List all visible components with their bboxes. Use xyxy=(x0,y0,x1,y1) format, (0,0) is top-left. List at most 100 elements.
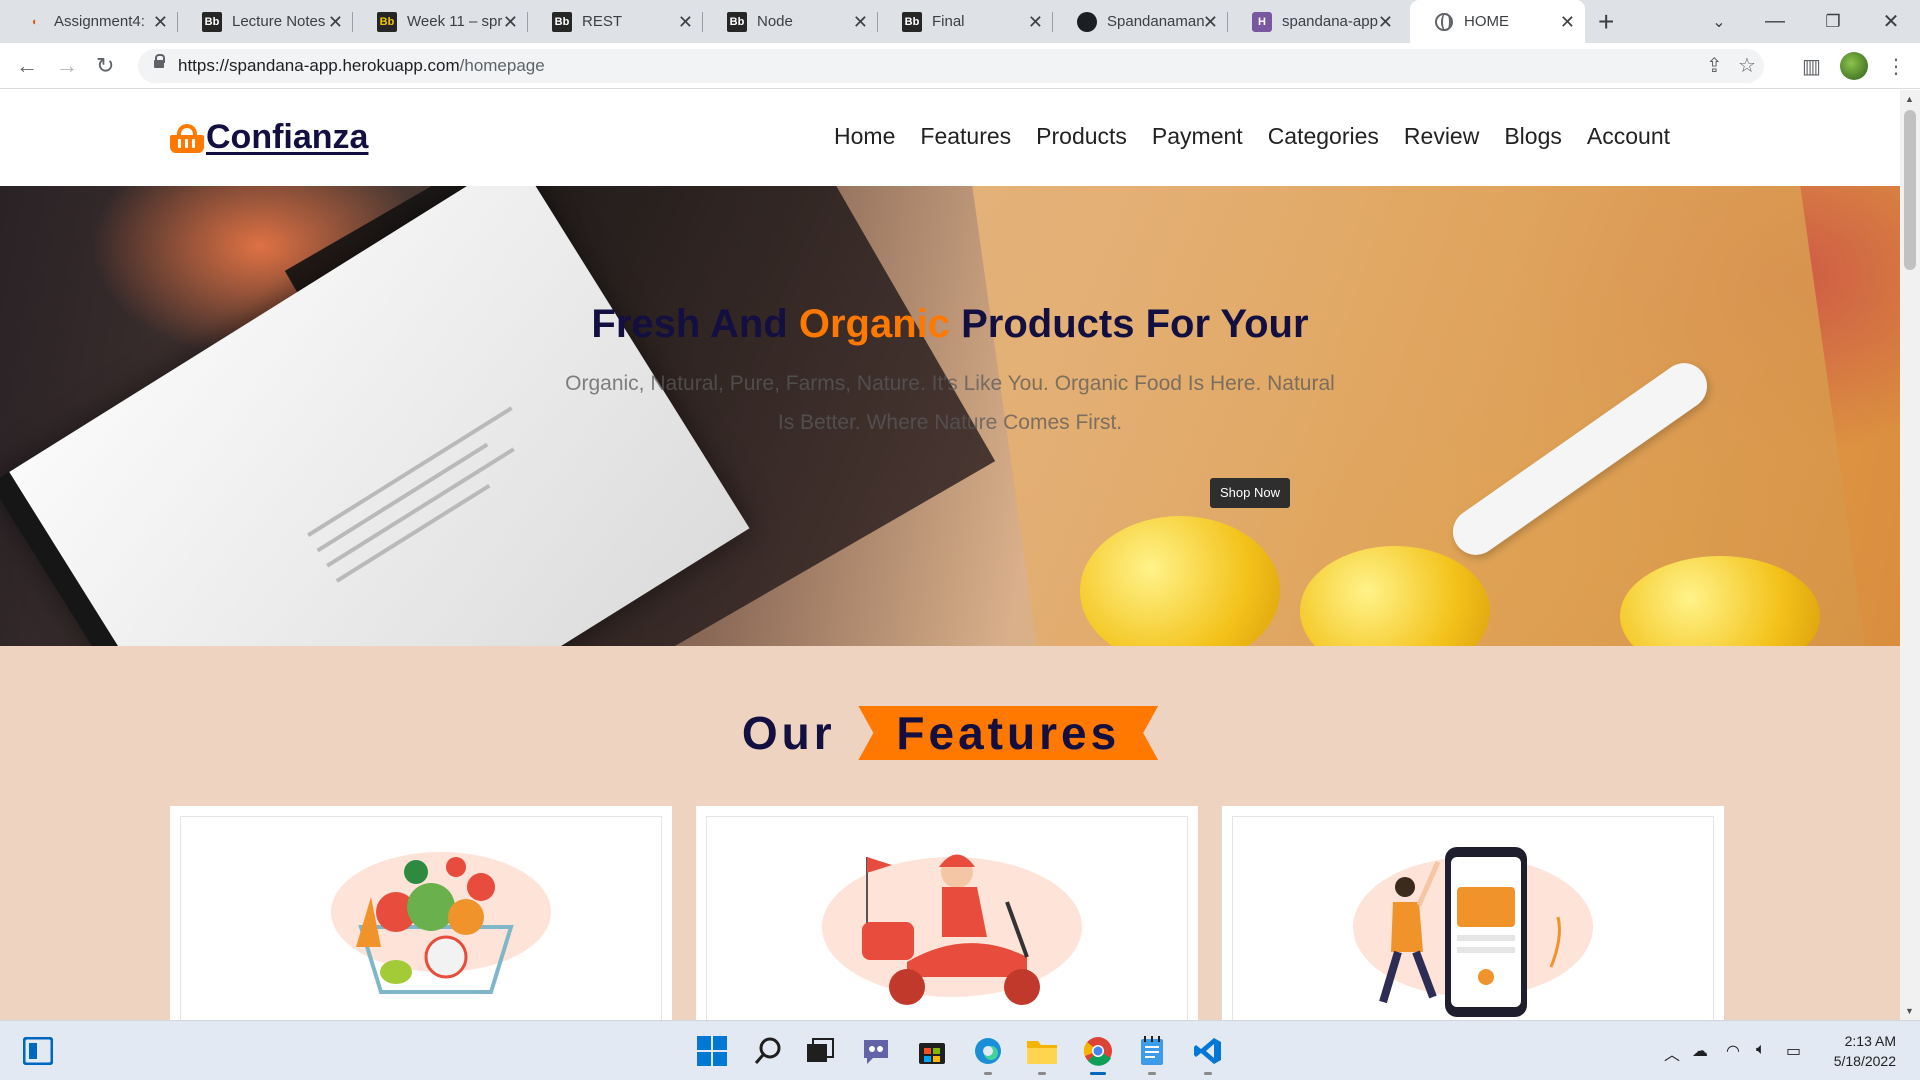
browser-tab-active[interactable]: HOME ✕ xyxy=(1410,0,1585,43)
close-tab-icon[interactable]: ✕ xyxy=(1378,12,1393,33)
nav-features[interactable]: Features xyxy=(920,123,1011,150)
close-tab-icon[interactable]: ✕ xyxy=(1028,12,1043,33)
task-view-icon[interactable] xyxy=(802,1033,838,1069)
close-tab-icon[interactable]: ✕ xyxy=(1203,12,1218,33)
features-heading: Our Features xyxy=(0,706,1900,760)
taskbar-clock[interactable]: 2:13 AM 5/18/2022 xyxy=(1820,1031,1896,1071)
close-tab-icon[interactable]: ✕ xyxy=(1560,12,1575,33)
close-tab-icon[interactable]: ✕ xyxy=(853,12,868,33)
hero-title-part1: Fresh And xyxy=(591,302,799,346)
widgets-icon[interactable] xyxy=(20,1033,56,1069)
search-icon[interactable] xyxy=(750,1033,786,1069)
scroll-down-arrow-icon[interactable]: ▼ xyxy=(1905,1006,1914,1016)
volume-icon[interactable]: 🔈︎ xyxy=(1756,1041,1766,1059)
nav-blogs[interactable]: Blogs xyxy=(1504,123,1562,150)
close-tab-icon[interactable]: ✕ xyxy=(153,12,168,33)
forward-arrow-icon[interactable]: → xyxy=(56,53,78,79)
feature-card xyxy=(696,806,1198,1020)
side-panel-icon[interactable]: ▥ xyxy=(1802,54,1821,79)
close-tab-icon[interactable]: ✕ xyxy=(328,12,343,33)
chrome-icon[interactable] xyxy=(1080,1033,1116,1075)
profile-avatar[interactable] xyxy=(1840,52,1868,80)
blackboard-icon: Bb xyxy=(202,11,222,32)
hero-title: Fresh And Organic Products For Your xyxy=(0,302,1900,347)
feature-card-inner xyxy=(180,816,662,1020)
start-icon[interactable] xyxy=(694,1033,730,1069)
teams-chat-icon[interactable] xyxy=(858,1033,894,1069)
mobile-payment-illustration xyxy=(1353,847,1593,1017)
wifi-icon[interactable]: ◠ xyxy=(1726,1041,1740,1061)
browser-tab[interactable]: Bb Final ✕ xyxy=(878,0,1053,43)
browser-tab[interactable]: H spandana-app ✕ xyxy=(1228,0,1403,43)
nav-categories[interactable]: Categories xyxy=(1268,123,1379,150)
hero-title-accent: Organic xyxy=(798,302,950,346)
back-arrow-icon[interactable]: ← xyxy=(16,53,38,79)
file-explorer-icon[interactable] xyxy=(1024,1033,1060,1075)
blackboard-icon: Bb xyxy=(552,11,572,32)
browser-tab[interactable]: Spandanaman ✕ xyxy=(1053,0,1228,43)
edge-icon[interactable] xyxy=(970,1033,1006,1075)
browser-tab[interactable]: ◖ Assignment4: ✕ xyxy=(0,0,178,43)
feature-card xyxy=(170,806,672,1020)
store-icon[interactable] xyxy=(914,1033,950,1069)
share-icon[interactable]: ⇪ xyxy=(1706,53,1723,78)
browser-tab-strip: ◖ Assignment4: ✕ Bb Lecture Notes ✕ Bb W… xyxy=(0,0,1920,43)
battery-icon[interactable]: ▭ xyxy=(1786,1041,1801,1061)
lock-icon xyxy=(154,54,165,71)
kebab-menu-icon[interactable]: ⋮ xyxy=(1886,54,1906,79)
address-bar[interactable]: https://spandana-app.herokuapp.com/homep… xyxy=(138,49,1764,83)
nav-account[interactable]: Account xyxy=(1587,123,1670,150)
feature-card-inner xyxy=(1232,816,1714,1020)
nav-review[interactable]: Review xyxy=(1404,123,1479,150)
vscode-icon[interactable] xyxy=(1190,1033,1226,1075)
blackboard-icon: Bb xyxy=(727,11,747,32)
browser-tab[interactable]: Bb Week 11 – spr ✕ xyxy=(353,0,528,43)
clock-date: 5/18/2022 xyxy=(1833,1053,1896,1069)
notepad-icon[interactable] xyxy=(1134,1033,1170,1075)
bookmark-star-icon[interactable]: ☆ xyxy=(1738,53,1756,78)
fresh-vegetables-illustration xyxy=(331,852,551,994)
page-scrollbar[interactable]: ▲ ▼ xyxy=(1900,90,1920,1020)
github-icon xyxy=(1077,11,1097,32)
tab-title: Assignment4: xyxy=(54,13,145,30)
main-nav: Home Features Products Payment Categorie… xyxy=(834,123,1670,150)
url-host: https://spandana-app.herokuapp.com xyxy=(178,56,460,75)
features-heading-word2: Features xyxy=(858,706,1158,760)
delivery-scooter-illustration xyxy=(822,854,1082,1005)
page-viewport: Confianza Home Features Products Payment… xyxy=(0,90,1900,1020)
browser-tab[interactable]: Bb REST ✕ xyxy=(528,0,703,43)
clock-time: 2:13 AM xyxy=(1844,1033,1896,1049)
scrollbar-thumb[interactable] xyxy=(1904,110,1916,270)
url-path: /homepage xyxy=(459,56,545,75)
tab-search-chevron-icon[interactable]: ⌄ xyxy=(1690,0,1748,43)
minimize-icon[interactable]: — xyxy=(1746,0,1804,43)
close-window-icon[interactable]: ✕ xyxy=(1862,0,1920,43)
site-header: Confianza Home Features Products Payment… xyxy=(0,90,1900,186)
new-tab-plus-icon[interactable]: + xyxy=(1598,6,1614,38)
site-logo[interactable]: Confianza xyxy=(170,118,368,157)
windows-taskbar: ︿ ☁ ◠ 🔈︎ ▭ 2:13 AM 5/18/2022 xyxy=(0,1020,1920,1080)
blackboard-icon: Bb xyxy=(902,11,922,32)
browser-tab[interactable]: Bb Lecture Notes ✕ xyxy=(178,0,353,43)
shop-now-button[interactable]: Shop Now xyxy=(1210,478,1290,508)
nav-payment[interactable]: Payment xyxy=(1152,123,1243,150)
hero-banner: Fresh And Organic Products For Your Orga… xyxy=(0,186,1900,646)
show-hidden-icons-chevron-icon[interactable]: ︿ xyxy=(1664,1041,1680,1065)
blackboard-icon: Bb xyxy=(377,11,397,32)
browser-toolbar: ← → ↻ https://spandana-app.herokuapp.com… xyxy=(0,43,1920,89)
close-tab-icon[interactable]: ✕ xyxy=(678,12,693,33)
close-tab-icon[interactable]: ✕ xyxy=(503,12,518,33)
globe-icon xyxy=(1434,12,1454,32)
url-text[interactable]: https://spandana-app.herokuapp.com/homep… xyxy=(178,56,545,76)
nav-home[interactable]: Home xyxy=(834,123,895,150)
reload-icon[interactable]: ↻ xyxy=(96,53,114,79)
nav-products[interactable]: Products xyxy=(1036,123,1127,150)
restore-icon[interactable]: ❐ xyxy=(1804,0,1862,43)
hero-content: Fresh And Organic Products For Your Orga… xyxy=(0,186,1900,646)
feature-card-inner xyxy=(706,816,1188,1020)
browser-tab[interactable]: Bb Node ✕ xyxy=(703,0,878,43)
features-heading-word1: Our xyxy=(741,707,836,759)
heroku-icon: H xyxy=(1252,11,1272,32)
onedrive-warning-icon[interactable]: ☁ xyxy=(1692,1041,1708,1061)
scroll-up-arrow-icon[interactable]: ▲ xyxy=(1905,94,1914,104)
